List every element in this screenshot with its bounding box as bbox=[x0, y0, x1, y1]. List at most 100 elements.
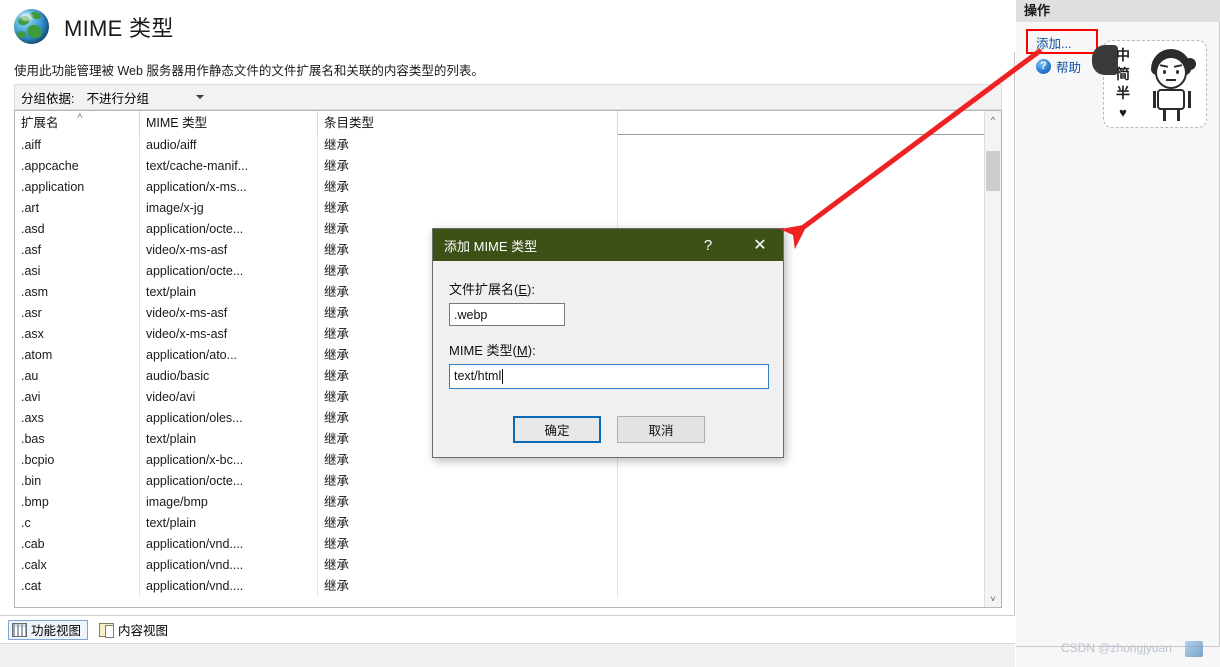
cell-mime-type: audio/aiff bbox=[140, 135, 318, 156]
bottom-strip bbox=[0, 643, 1015, 667]
add-mime-type-dialog: 添加 MIME 类型 ? ✕ 文件扩展名(E): MIME 类型(M): tex… bbox=[432, 228, 784, 458]
table-row[interactable]: .bin application/octe... 继承 bbox=[15, 471, 1001, 492]
column-header-extension-label: 扩展名 bbox=[21, 116, 59, 130]
cell-extension: .au bbox=[15, 366, 140, 387]
view-tab-label: 功能视图 bbox=[31, 624, 82, 638]
cell-mime-type: text/plain bbox=[140, 513, 318, 534]
app-window: MIME 类型 使用此功能管理被 Web 服务器用作静态文件的文件扩展名和关联的… bbox=[0, 0, 1220, 667]
ime-mode-characters: 中 简 半 ♥ bbox=[1112, 46, 1134, 122]
mime-type-input-value: text/html bbox=[454, 369, 502, 383]
globe-icon bbox=[14, 9, 49, 44]
dialog-titlebar: 添加 MIME 类型 ? ✕ bbox=[433, 229, 783, 261]
view-tab-features[interactable]: 功能视图 bbox=[8, 619, 89, 640]
group-by-label: 分组依据: bbox=[21, 91, 75, 106]
cell-mime-type: image/x-jg bbox=[140, 198, 318, 219]
file-extension-input[interactable] bbox=[449, 303, 565, 326]
cell-mime-type: application/octe... bbox=[140, 471, 318, 492]
column-header-mime-type[interactable]: MIME 类型 bbox=[140, 111, 318, 135]
cell-extension: .atom bbox=[15, 345, 140, 366]
action-help-link[interactable]: ? 帮助 bbox=[1026, 56, 1081, 76]
cell-extension: .asx bbox=[15, 324, 140, 345]
cell-mime-type: video/avi bbox=[140, 387, 318, 408]
cell-entry-type: 继承 bbox=[318, 576, 618, 597]
cell-extension: .asf bbox=[15, 240, 140, 261]
watermark-logo-icon bbox=[1185, 641, 1203, 657]
cell-extension: .bas bbox=[15, 429, 140, 450]
cell-mime-type: video/x-ms-asf bbox=[140, 240, 318, 261]
cell-entry-type: 继承 bbox=[318, 555, 618, 576]
close-icon[interactable]: ✕ bbox=[737, 229, 783, 261]
table-row[interactable]: .aiff audio/aiff 继承 bbox=[15, 135, 1001, 156]
cell-entry-type: 继承 bbox=[318, 198, 618, 219]
cell-mime-type: application/ato... bbox=[140, 345, 318, 366]
cell-extension: .bmp bbox=[15, 492, 140, 513]
file-extension-accel: E bbox=[518, 282, 528, 297]
cell-extension: .asm bbox=[15, 282, 140, 303]
mime-type-label-suffix: ): bbox=[527, 343, 536, 358]
dialog-button-row: 确定 取消 bbox=[433, 416, 785, 443]
grid-header-row: 扩展名 ˄ MIME 类型 条目类型 bbox=[15, 111, 1001, 135]
mime-type-label: MIME 类型(M): bbox=[449, 340, 767, 359]
cancel-button[interactable]: 取消 bbox=[617, 416, 705, 443]
cell-mime-type: application/vnd.... bbox=[140, 576, 318, 597]
view-tab-content[interactable]: 内容视图 bbox=[96, 620, 174, 640]
cell-mime-type: audio/basic bbox=[140, 366, 318, 387]
action-help-label: 帮助 bbox=[1056, 60, 1082, 75]
grid-toolbar: 分组依据: 不进行分组 bbox=[14, 84, 1002, 110]
table-row[interactable]: .cab application/vnd.... 继承 bbox=[15, 534, 1001, 555]
help-icon: ? bbox=[1036, 58, 1051, 74]
cell-mime-type: application/octe... bbox=[140, 219, 318, 240]
cell-extension: .axs bbox=[15, 408, 140, 429]
question-mark-icon[interactable]: ? bbox=[691, 229, 725, 261]
cell-entry-type: 继承 bbox=[318, 135, 618, 156]
cell-mime-type: image/bmp bbox=[140, 492, 318, 513]
column-header-entry-type[interactable]: 条目类型 bbox=[318, 111, 618, 135]
group-by-dropdown[interactable]: 不进行分组 bbox=[82, 87, 211, 107]
table-row[interactable]: .cat application/vnd.... 继承 bbox=[15, 576, 1001, 597]
mime-type-accel: M bbox=[516, 343, 528, 358]
cell-extension: .bin bbox=[15, 471, 140, 492]
cell-mime-type: application/vnd.... bbox=[140, 534, 318, 555]
cell-extension: .asd bbox=[15, 219, 140, 240]
cell-extension: .asr bbox=[15, 303, 140, 324]
column-header-extension[interactable]: 扩展名 ˄ bbox=[15, 111, 140, 135]
table-row[interactable]: .application application/x-ms... 继承 bbox=[15, 177, 1001, 198]
table-row[interactable]: .c text/plain 继承 bbox=[15, 513, 1001, 534]
table-row[interactable]: .art image/x-jg 继承 bbox=[15, 198, 1001, 219]
cell-extension: .bcpio bbox=[15, 450, 140, 471]
cell-mime-type: application/x-ms... bbox=[140, 177, 318, 198]
text-cursor bbox=[502, 369, 504, 384]
cell-mime-type: text/plain bbox=[140, 429, 318, 450]
file-extension-label-suffix: ): bbox=[527, 282, 535, 297]
chevron-up-icon[interactable]: ^ bbox=[985, 111, 1001, 128]
cell-extension: .asi bbox=[15, 261, 140, 282]
mime-type-label-prefix: MIME 类型( bbox=[449, 343, 517, 358]
ime-char-halfwidth: 半 bbox=[1116, 85, 1130, 101]
cell-entry-type: 继承 bbox=[318, 156, 618, 177]
view-tab-label: 内容视图 bbox=[118, 624, 169, 638]
page-header: MIME 类型 bbox=[0, 0, 1015, 52]
cell-mime-type: video/x-ms-asf bbox=[140, 324, 318, 345]
column-header-mime-type-label: MIME 类型 bbox=[146, 116, 208, 130]
dialog-body: 文件扩展名(E): MIME 类型(M): text/html bbox=[433, 261, 783, 389]
cell-extension: .calx bbox=[15, 555, 140, 576]
cell-extension: .application bbox=[15, 177, 140, 198]
ime-char-simplified: 简 bbox=[1116, 66, 1130, 82]
ime-status-sticker[interactable]: 中 简 半 ♥ bbox=[1092, 40, 1207, 128]
scrollbar-thumb[interactable] bbox=[986, 151, 1000, 191]
mime-type-input[interactable]: text/html bbox=[449, 364, 769, 389]
table-row[interactable]: .appcache text/cache-manif... 继承 bbox=[15, 156, 1001, 177]
table-row[interactable]: .calx application/vnd.... 继承 bbox=[15, 555, 1001, 576]
watermark-text: CSDN @zhongjyuan bbox=[1061, 641, 1172, 655]
table-row[interactable]: .bmp image/bmp 继承 bbox=[15, 492, 1001, 513]
ok-button[interactable]: 确定 bbox=[513, 416, 601, 443]
cell-extension: .appcache bbox=[15, 156, 140, 177]
cell-mime-type: video/x-ms-asf bbox=[140, 303, 318, 324]
cell-extension: .art bbox=[15, 198, 140, 219]
chevron-down-icon[interactable]: ˅ bbox=[985, 590, 1001, 607]
cell-entry-type: 继承 bbox=[318, 471, 618, 492]
cell-mime-type: text/plain bbox=[140, 282, 318, 303]
cell-entry-type: 继承 bbox=[318, 492, 618, 513]
heart-icon: ♥ bbox=[1119, 105, 1127, 120]
grid-vertical-scrollbar[interactable]: ^ ˅ bbox=[984, 111, 1001, 607]
